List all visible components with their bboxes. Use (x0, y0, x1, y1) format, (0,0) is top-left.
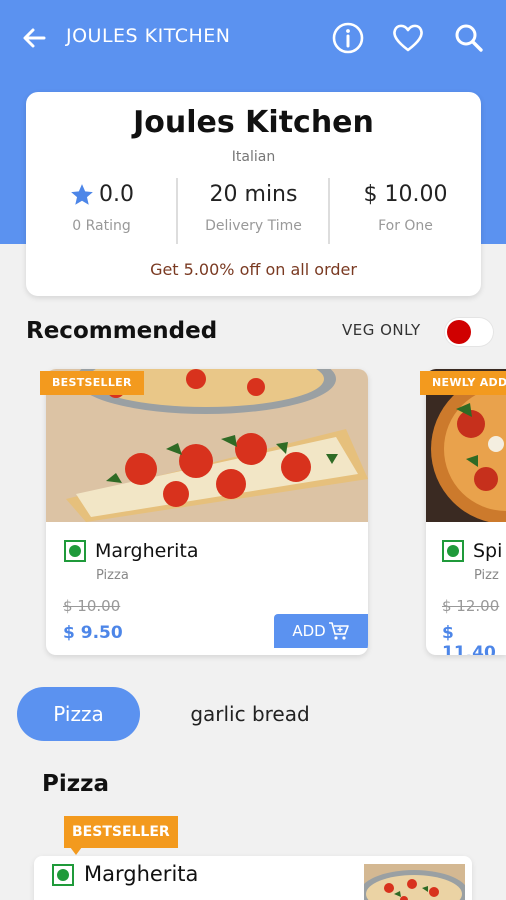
veg-indicator-icon (64, 540, 86, 562)
item-price: $ 11.40 (442, 623, 496, 655)
veg-indicator-icon (52, 864, 74, 886)
veg-only-toggle[interactable] (444, 317, 494, 347)
heart-icon (393, 24, 423, 52)
bestseller-badge: BESTSELLER (64, 816, 178, 848)
item-category: Pizza (96, 568, 129, 583)
section-title: Pizza (42, 771, 110, 797)
rating-label: 0 Rating (72, 218, 131, 234)
price-value: $ 10.00 (363, 182, 448, 207)
offer-text: Get 5.00% off on all order (150, 260, 357, 279)
veg-indicator-icon (442, 540, 464, 562)
item-category: Pizz (474, 568, 499, 583)
item-name: Margherita (84, 862, 199, 886)
tab-garlic-bread[interactable]: garlic bread (160, 687, 340, 741)
toggle-knob (447, 320, 471, 344)
back-button[interactable] (18, 22, 50, 54)
favorite-button[interactable] (390, 20, 426, 56)
recommended-card[interactable]: Spi Pizz $ 12.00 $ 11.40 (426, 369, 506, 655)
bestseller-badge: BESTSELLER (40, 371, 144, 395)
restaurant-info-card: Joules Kitchen Italian 0.0 0 Rating 20 m… (26, 92, 481, 296)
delivery-label: Delivery Time (205, 218, 302, 234)
item-name: Margherita (95, 540, 199, 562)
item-old-price: $ 12.00 (442, 597, 500, 615)
info-button[interactable] (330, 20, 366, 56)
cuisine-label: Italian (231, 149, 276, 165)
veg-only-label: VEG ONLY (342, 321, 421, 339)
arrow-left-icon (23, 28, 46, 48)
rating-stat: 0.0 0 Rating (26, 178, 177, 234)
menu-item-card[interactable]: Margherita (34, 856, 472, 900)
delivery-value: 20 mins (209, 182, 298, 207)
item-name: Spi (473, 540, 503, 562)
rating-value: 0.0 (99, 182, 134, 207)
app-title: JOULES KITCHEN (66, 25, 231, 47)
star-icon (71, 184, 93, 205)
tab-pizza[interactable]: Pizza (17, 687, 140, 741)
info-icon (332, 22, 364, 54)
top-app-bar: JOULES KITCHEN (0, 0, 506, 76)
add-label: ADD (292, 622, 326, 640)
item-price: $ 9.50 (63, 623, 123, 643)
newly-added-badge: NEWLY ADD (420, 371, 506, 395)
search-button[interactable] (451, 20, 487, 56)
search-icon (455, 24, 483, 52)
item-old-price: $ 10.00 (63, 597, 121, 615)
recommended-card[interactable]: Margherita Pizza $ 10.00 $ 9.50 ADD (46, 369, 368, 655)
pizza-thumbnail (364, 864, 465, 900)
cart-icon (328, 622, 349, 640)
restaurant-name: Joules Kitchen (133, 105, 374, 140)
price-stat: $ 10.00 For One (330, 178, 481, 234)
price-label: For One (378, 218, 433, 234)
add-to-cart-button[interactable]: ADD (274, 614, 368, 648)
badge-tail (70, 847, 82, 855)
delivery-stat: 20 mins Delivery Time (178, 178, 329, 234)
recommended-title: Recommended (26, 318, 218, 344)
